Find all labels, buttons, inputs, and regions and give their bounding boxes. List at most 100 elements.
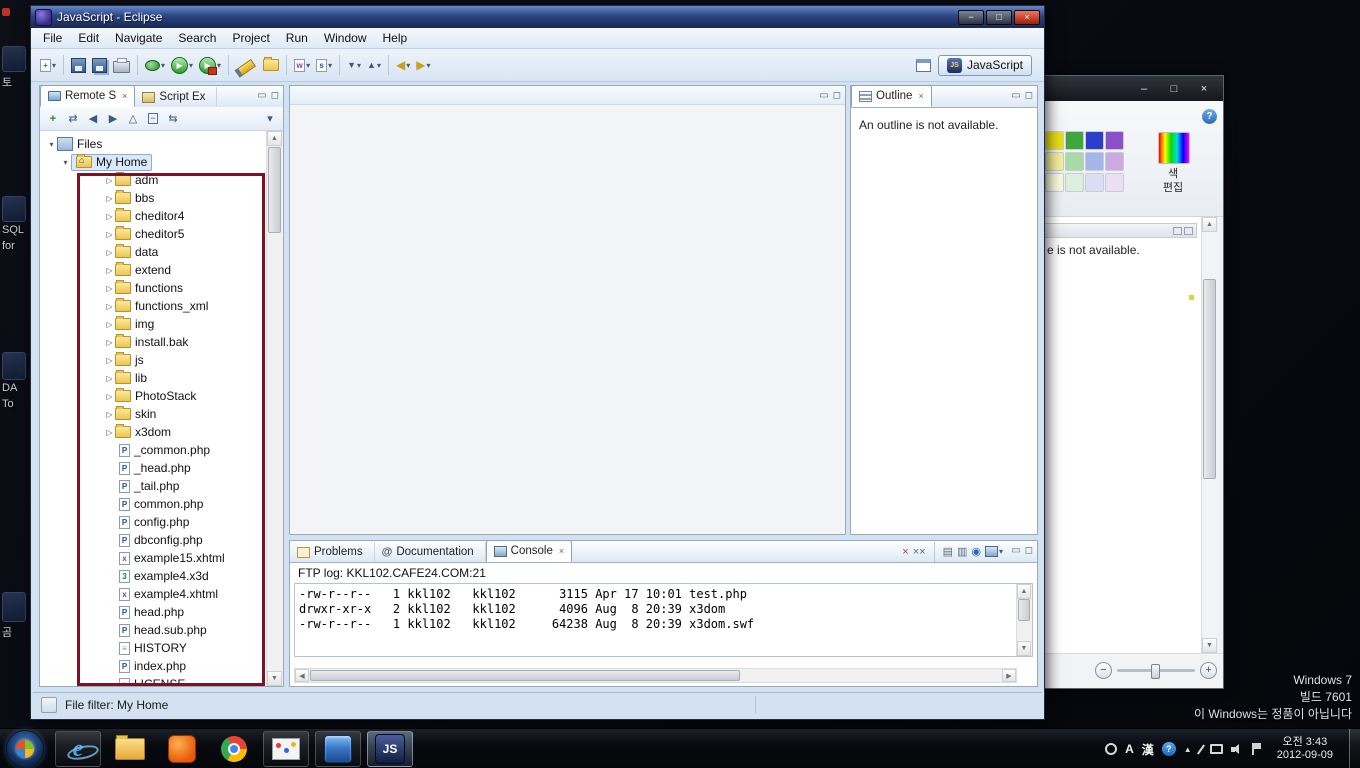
scroll-up-button[interactable]: ▲ <box>1017 584 1031 599</box>
collapse-arrow-icon[interactable]: ▾ <box>46 140 57 149</box>
close-tab-icon[interactable]: × <box>559 546 564 556</box>
menu-help[interactable]: Help <box>375 29 416 47</box>
scroll-lock-icon[interactable]: ▥ <box>957 545 967 558</box>
zoom-slider[interactable] <box>1117 664 1195 679</box>
minimize-view-icon[interactable]: ▭ <box>257 90 266 101</box>
dropdown-arrow-icon[interactable]: ▾ <box>426 61 430 70</box>
tab-console[interactable]: Console × <box>485 540 573 562</box>
console-scrollbar[interactable]: ▲ ▼ <box>1016 584 1032 656</box>
paint-close-button[interactable]: × <box>1189 80 1219 98</box>
expand-arrow-icon[interactable]: ▷ <box>104 284 115 293</box>
print-button[interactable] <box>111 53 132 77</box>
display-icon[interactable] <box>1209 744 1223 754</box>
forward-history-button[interactable]: ▶ ▾ <box>414 53 432 77</box>
console-horizontal-scrollbar[interactable]: ◀ ▶ <box>294 668 1017 683</box>
color-swatch[interactable] <box>1085 173 1104 192</box>
scroll-down-button[interactable]: ▼ <box>1017 641 1031 656</box>
tab-problems[interactable]: Problems <box>290 542 375 562</box>
scrollbar-thumb[interactable] <box>1018 599 1030 621</box>
menu-project[interactable]: Project <box>224 29 277 47</box>
color-swatch[interactable] <box>1085 131 1104 150</box>
edit-colors-button[interactable]: 색 편집 <box>1153 167 1193 195</box>
tree-item-folder[interactable]: ▷ functions <box>40 279 267 297</box>
action-center-flag-icon[interactable] <box>1251 743 1261 755</box>
new-web-file-button[interactable]: ▾ <box>292 53 312 77</box>
paint-scrollbar[interactable]: ▲ ▼ <box>1201 217 1219 653</box>
maximize-view-icon[interactable]: ◻ <box>271 90 279 101</box>
up-button[interactable]: △ <box>124 110 142 128</box>
close-tab-icon[interactable]: × <box>122 91 127 101</box>
expand-arrow-icon[interactable]: ▷ <box>104 194 115 203</box>
back-history-button[interactable]: ◀ ▾ <box>394 53 412 77</box>
scroll-left-button[interactable]: ◀ <box>295 669 309 682</box>
taskbar-ie-button[interactable]: e <box>55 731 101 767</box>
color-swatch[interactable] <box>1105 173 1124 192</box>
new-script-button[interactable]: ▾ <box>314 53 334 77</box>
expand-arrow-icon[interactable]: ▷ <box>104 176 115 185</box>
scrollbar-thumb[interactable] <box>1203 279 1216 479</box>
back-button[interactable]: ◀ <box>84 110 102 128</box>
refresh-button[interactable]: ⇄ <box>64 110 82 128</box>
paint-minimize-button[interactable]: – <box>1129 80 1159 98</box>
menu-run[interactable]: Run <box>278 29 316 47</box>
help-bubble-icon[interactable]: ? <box>1161 742 1176 756</box>
color-swatch[interactable] <box>1085 152 1104 171</box>
scroll-up-button[interactable]: ▲ <box>267 131 282 146</box>
maximize-view-icon[interactable]: ◻ <box>1025 90 1033 101</box>
save-button[interactable] <box>69 53 88 77</box>
external-tools-button[interactable]: ▶ ▾ <box>197 53 223 77</box>
close-tab-icon[interactable]: × <box>918 91 923 101</box>
menu-file[interactable]: File <box>35 29 70 47</box>
tab-script-explorer[interactable]: Script Ex <box>135 87 218 107</box>
new-connection-button[interactable]: + <box>44 110 62 128</box>
maximize-view-icon[interactable]: ◻ <box>1025 545 1033 556</box>
tree-item-file[interactable]: index.php <box>40 657 267 675</box>
open-console-icon[interactable]: ▾ <box>984 546 1003 557</box>
minimize-view-icon[interactable]: ▭ <box>1011 90 1020 101</box>
dropdown-arrow-icon[interactable]: ▾ <box>377 61 381 70</box>
tree-item-folder[interactable]: ▷ adm <box>40 171 267 189</box>
expand-arrow-icon[interactable]: ▷ <box>104 212 115 221</box>
forward-button[interactable]: ▶ <box>104 110 122 128</box>
javascript-perspective-button[interactable]: JS JavaScript <box>937 54 1032 76</box>
dropdown-arrow-icon[interactable]: ▾ <box>306 61 310 70</box>
expand-arrow-icon[interactable]: ▷ <box>104 248 115 257</box>
link-with-editor-button[interactable]: ⇆ <box>164 110 182 128</box>
open-resource-button[interactable] <box>261 53 281 77</box>
previous-annotation-button[interactable]: ▼ ▾ <box>345 53 363 77</box>
dropdown-arrow-icon[interactable]: ▾ <box>52 61 56 70</box>
pin-console-icon[interactable]: ◉ <box>971 545 981 558</box>
clear-console-icon[interactable]: ▤ <box>943 545 953 558</box>
maximize-view-icon[interactable]: ◻ <box>833 90 841 101</box>
run-button[interactable]: ▶ ▾ <box>169 53 195 77</box>
color-swatch[interactable] <box>1105 131 1124 150</box>
scroll-up-button[interactable]: ▲ <box>1202 217 1217 232</box>
desktop-icon[interactable] <box>2 592 26 622</box>
minimize-view-icon[interactable]: ▭ <box>1011 545 1020 556</box>
tree-item-file[interactable]: LICENSE <box>40 675 267 686</box>
expand-arrow-icon[interactable]: ▷ <box>104 410 115 419</box>
tree-item-file[interactable]: head.sub.php <box>40 621 267 639</box>
tree-item-file[interactable]: config.php <box>40 513 267 531</box>
tree-item-folder[interactable]: ▷ bbs <box>40 189 267 207</box>
color-swatch[interactable] <box>1065 173 1084 192</box>
tree-item-file[interactable]: _head.php <box>40 459 267 477</box>
taskbar-chrome-button[interactable] <box>211 731 257 767</box>
scroll-down-button[interactable]: ▼ <box>267 671 282 686</box>
dropdown-arrow-icon[interactable]: ▾ <box>406 61 410 70</box>
ime-language-indicator[interactable]: A <box>1125 742 1134 756</box>
tree-item-file[interactable]: example15.xhtml <box>40 549 267 567</box>
console-output[interactable]: -rw-r--r-- 1 kkl102 kkl102 3115 Apr 17 1… <box>294 583 1033 657</box>
volume-icon[interactable] <box>1230 743 1243 755</box>
maximize-button[interactable]: □ <box>986 9 1012 25</box>
tab-remote-systems[interactable]: Remote S × <box>40 85 136 107</box>
ime-hanja-indicator[interactable]: 漢 <box>1142 741 1154 758</box>
tree-item-folder[interactable]: ▷ extend <box>40 261 267 279</box>
scroll-down-button[interactable]: ▼ <box>1202 638 1217 653</box>
paint-titlebar[interactable]: – □ × <box>1041 76 1223 101</box>
menu-window[interactable]: Window <box>316 29 375 47</box>
scroll-right-button[interactable]: ▶ <box>1002 669 1016 682</box>
close-button[interactable]: × <box>1014 9 1040 25</box>
expand-arrow-icon[interactable]: ▷ <box>104 392 115 401</box>
zoom-in-button[interactable]: + <box>1200 662 1217 679</box>
